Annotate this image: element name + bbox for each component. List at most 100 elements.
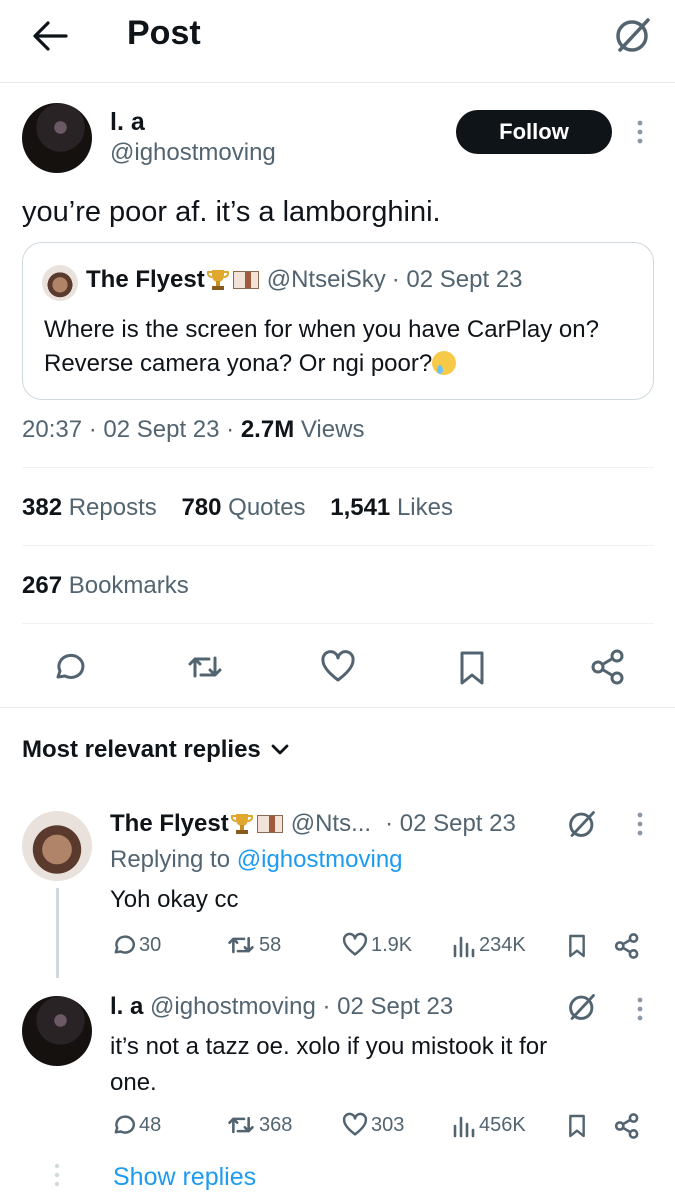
share-icon (591, 649, 624, 685)
more-vertical-icon (637, 120, 643, 144)
repost-count-button[interactable]: 368 (226, 1112, 292, 1138)
chevron-down-icon (271, 744, 289, 755)
quote-date: · 02 Sept 23 (391, 266, 523, 293)
quote-text-content: Where is the screen for when you have Ca… (44, 316, 599, 377)
bookmark-icon (569, 1114, 585, 1138)
author-name[interactable]: l. a (110, 108, 145, 137)
more-options-button[interactable] (630, 995, 650, 1025)
bookmark-icon (569, 934, 585, 958)
repost-icon (228, 936, 254, 954)
reply-date: · 02 Sept 23 (385, 810, 516, 837)
quotes-label: Quotes (228, 494, 306, 521)
replying-to-handle[interactable]: @ighostmoving (237, 846, 403, 873)
crying-face-icon (432, 351, 457, 375)
views-count: 234K (479, 933, 526, 956)
bookmarks-count: 267 (22, 572, 63, 599)
quote-avatar (42, 265, 78, 301)
grok-button[interactable] (612, 14, 654, 56)
bookmarks-stat[interactable]: 267 Bookmarks (22, 572, 189, 600)
like-count-button[interactable]: 303 (342, 1112, 404, 1138)
grok-icon (616, 18, 650, 52)
repost-button[interactable] (186, 650, 224, 684)
like-count: 1.9K (371, 933, 413, 956)
comment-icon (114, 1115, 135, 1134)
reply-author-handle[interactable]: @ighostmoving (150, 993, 316, 1020)
grok-button[interactable] (566, 991, 598, 1023)
quote-author-handle: @NtseiSky (266, 266, 386, 293)
bookmarks-label: Bookmarks (68, 572, 189, 599)
header-divider (0, 82, 675, 83)
quote-text: Where is the screen for when you have Ca… (44, 313, 634, 381)
comment-icon (114, 935, 135, 954)
reply-date: · 02 Sept 23 (322, 993, 454, 1020)
reply-count-button[interactable]: 30 (110, 932, 161, 958)
grok-button[interactable] (566, 808, 598, 840)
heart-icon (342, 1112, 368, 1136)
reposts-count: 382 (22, 494, 63, 521)
flag-emoji-icon (232, 271, 259, 289)
like-button[interactable] (320, 650, 356, 684)
views-chart-icon (453, 1116, 475, 1138)
show-replies-link[interactable]: Show replies (113, 1163, 256, 1192)
views-count-button[interactable]: 234K (452, 932, 526, 958)
trophy-icon (230, 814, 253, 834)
post-time: 20:37 (22, 416, 83, 443)
comment-icon (56, 654, 85, 679)
share-button[interactable] (614, 932, 640, 960)
more-options-button[interactable] (630, 810, 650, 840)
divider (22, 545, 654, 546)
share-button[interactable] (590, 648, 626, 686)
reply-count: 48 (139, 1113, 162, 1136)
repost-count-button[interactable]: 58 (226, 932, 281, 958)
views-count: 456K (479, 1113, 526, 1136)
reply-author-name[interactable]: The Flyest (110, 810, 229, 838)
arrow-left-icon (33, 21, 68, 51)
reply-button[interactable] (50, 649, 86, 685)
thread-line (56, 888, 59, 978)
reply-author-name[interactable]: l. a (110, 993, 143, 1020)
more-vertical-icon (637, 812, 643, 836)
replying-to: Replying to @ighostmoving (110, 846, 403, 874)
likes-label: Likes (396, 494, 453, 521)
reposts-stat[interactable]: 382 Reposts (22, 494, 157, 521)
replies-sort-label: Most relevant replies (22, 736, 261, 763)
bookmark-button[interactable] (457, 650, 487, 686)
share-button[interactable] (614, 1112, 640, 1140)
back-button[interactable] (30, 18, 70, 54)
reply-count-button[interactable]: 48 (110, 1112, 161, 1138)
post-text: you’re poor af. it’s a lamborghini. (22, 196, 441, 228)
more-options-button[interactable] (630, 118, 650, 148)
like-count-button[interactable]: 1.9K (342, 932, 412, 958)
reply-text: Yoh okay cc (110, 886, 239, 913)
reply-header: l. a @ighostmoving · 02 Sept 23 (110, 993, 453, 1021)
views-label: Views (300, 416, 365, 443)
avatar[interactable] (22, 103, 92, 173)
share-icon (614, 933, 639, 959)
post-meta: 20:37 · 02 Sept 23 · 2.7M Views (22, 416, 364, 444)
reply-avatar[interactable] (22, 996, 92, 1066)
share-icon (614, 1113, 639, 1139)
quotes-stat[interactable]: 780 Quotes (181, 494, 305, 521)
like-count: 303 (371, 1113, 405, 1136)
repost-count: 58 (259, 933, 282, 956)
reply-author-handle[interactable]: @Nts... (291, 810, 371, 838)
reply-avatar[interactable] (22, 811, 92, 881)
quote-header: The Flyest @NtseiSky · 02 Sept 23 (86, 266, 523, 294)
bookmark-button[interactable] (567, 933, 587, 959)
follow-button[interactable]: Follow (456, 110, 612, 154)
reposts-label: Reposts (68, 494, 157, 521)
divider (0, 707, 675, 708)
likes-stat[interactable]: 1,541 Likes (330, 494, 453, 521)
views-count-button[interactable]: 456K (452, 1112, 526, 1138)
flag-emoji-icon (256, 815, 283, 833)
quotes-count: 780 (181, 494, 222, 521)
author-handle[interactable]: @ighostmoving (110, 139, 276, 167)
thread-dots-icon (54, 1163, 60, 1187)
page-title: Post (127, 14, 201, 52)
reply-count: 30 (139, 933, 162, 956)
replies-sort-dropdown[interactable]: Most relevant replies (22, 736, 289, 764)
reply-text-line: it’s not a tazz oe. xolo if you mistook … (110, 1033, 548, 1060)
bookmark-button[interactable] (567, 1113, 587, 1139)
thread-dots (52, 1162, 62, 1192)
likes-count: 1,541 (330, 494, 391, 521)
